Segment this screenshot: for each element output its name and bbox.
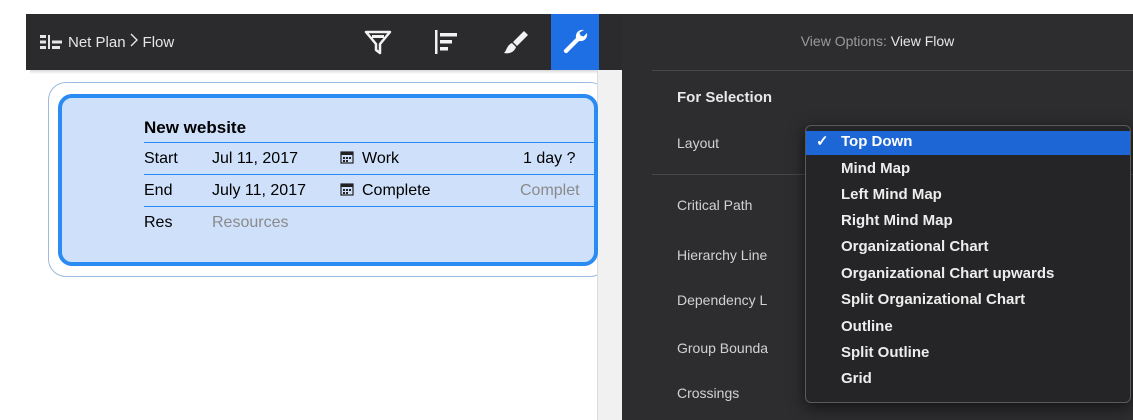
- brush-icon[interactable]: [500, 26, 532, 58]
- menu-item-right-mind-map[interactable]: Right Mind Map: [806, 210, 1130, 234]
- row-label: Res: [144, 214, 173, 231]
- crossings-label: Crossings: [677, 385, 740, 401]
- end-date[interactable]: July 11, 2017: [212, 182, 306, 200]
- menu-item-organizational-chart-upwards[interactable]: Organizational Chart upwards: [806, 263, 1130, 287]
- calendar-icon[interactable]: [340, 150, 354, 167]
- chevron-right-icon: [130, 33, 139, 51]
- menu-item-split-organizational-chart[interactable]: Split Organizational Chart: [806, 289, 1130, 313]
- complete-value[interactable]: Complet: [520, 182, 580, 200]
- menu-item-left-mind-map[interactable]: Left Mind Map: [806, 184, 1130, 208]
- canvas-top-shadow: [30, 70, 597, 74]
- filter-icon[interactable]: [362, 26, 394, 58]
- task-row-start: Start Jul 11, 2017 Work 1 day ?: [144, 142, 594, 174]
- wrench-icon: [559, 26, 591, 63]
- net-plan-icon: [40, 34, 62, 50]
- work-label: Work: [362, 150, 400, 167]
- panel-header: View Options: View Flow: [622, 14, 1133, 70]
- menu-item-organizational-chart[interactable]: Organizational Chart: [806, 236, 1130, 260]
- calendar-icon[interactable]: [340, 182, 354, 199]
- breadcrumb-root[interactable]: Net Plan: [68, 34, 126, 51]
- layout-dropdown-menu: ✓ Top Down Mind Map Left Mind Map Right …: [805, 125, 1131, 403]
- task-card[interactable]: New website Start Jul 11, 2017 Work 1 da…: [58, 94, 598, 266]
- hierarchy-lines-label: Hierarchy Line: [677, 247, 768, 263]
- toolbar: Net Plan Flow: [26, 14, 624, 70]
- work-value[interactable]: 1 day ?: [523, 150, 575, 168]
- menu-item-outline[interactable]: Outline: [806, 316, 1130, 340]
- panel-title-prefix: View Options:: [800, 33, 887, 49]
- complete-label: Complete: [362, 182, 431, 199]
- panel-title: View Options: View Flow: [622, 33, 1133, 49]
- task-row-resources: Res Resources: [144, 206, 594, 238]
- row-label: End: [144, 182, 173, 199]
- resources-field[interactable]: Resources: [212, 214, 288, 232]
- menu-item-mind-map[interactable]: Mind Map: [806, 158, 1130, 182]
- breadcrumb-current[interactable]: Flow: [143, 34, 175, 51]
- canvas-scroll-edge: [597, 70, 622, 420]
- gantt-icon[interactable]: [430, 26, 462, 58]
- section-heading: For Selection: [677, 89, 773, 106]
- app-window: Net Plan Flow New website Start Jul 11, …: [0, 0, 1133, 420]
- divider: [652, 70, 1133, 71]
- menu-item-split-outline[interactable]: Split Outline: [806, 342, 1130, 366]
- checkmark-icon: ✓: [816, 133, 829, 150]
- menu-item-grid[interactable]: Grid: [806, 368, 1130, 392]
- wrench-tab-active[interactable]: [551, 14, 599, 70]
- breadcrumb: Net Plan Flow: [40, 33, 174, 51]
- row-label: Start: [144, 150, 178, 167]
- layout-label: Layout: [677, 135, 720, 151]
- menu-item-top-down[interactable]: ✓ Top Down: [806, 131, 1130, 155]
- dependency-lines-label: Dependency L: [677, 292, 768, 308]
- start-date[interactable]: Jul 11, 2017: [212, 150, 298, 168]
- task-row-end: End July 11, 2017 Complete Complet: [144, 174, 594, 206]
- critical-path-label: Critical Path: [677, 197, 753, 213]
- group-boundaries-label: Group Bounda: [677, 340, 769, 356]
- panel-title-value: View Flow: [890, 33, 955, 49]
- task-title[interactable]: New website: [144, 118, 246, 138]
